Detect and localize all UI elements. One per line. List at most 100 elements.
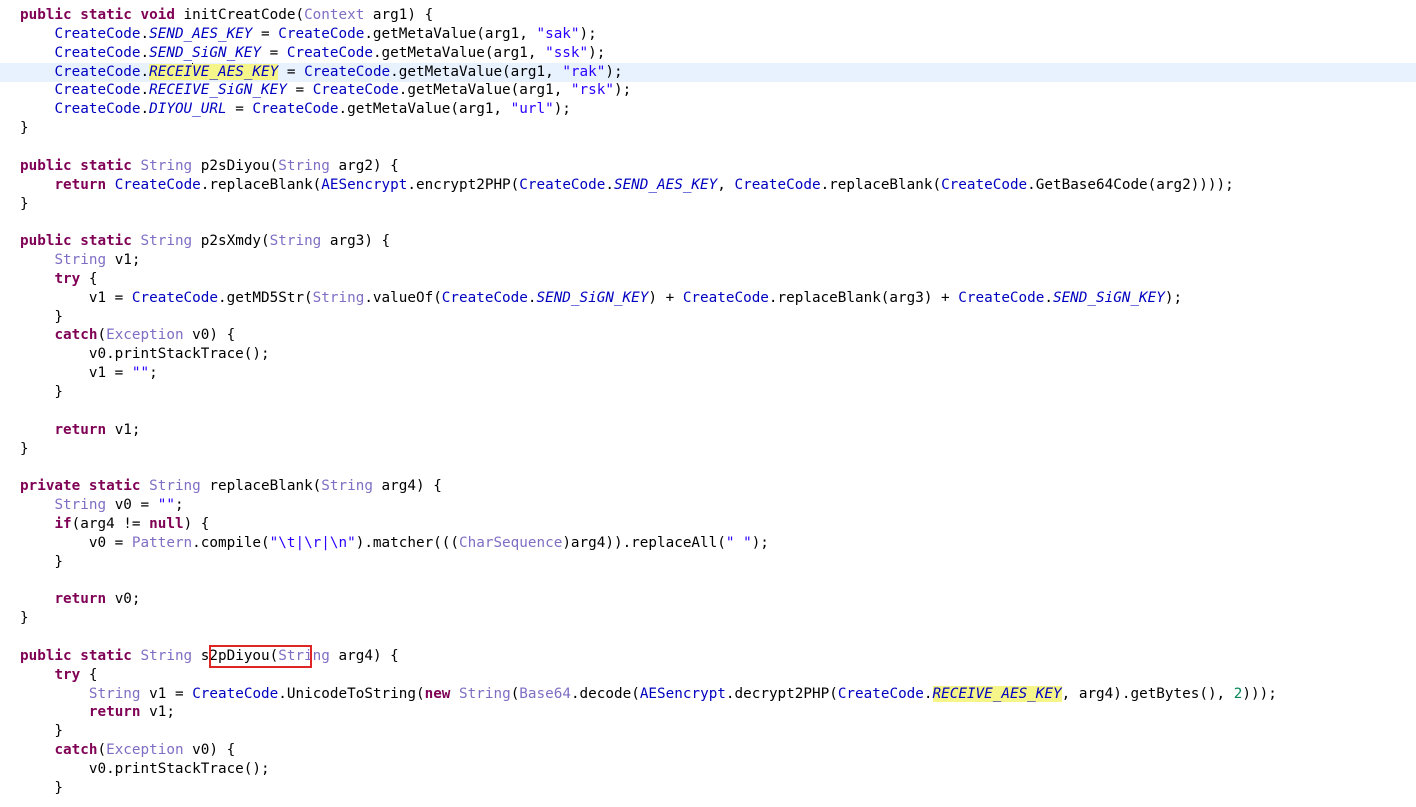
code-line-text: String v1 = CreateCode.UnicodeToString(n… [20,685,1277,704]
code-token: , arg4).getBytes(), [1061,685,1234,702]
code-line-text: v0.printStackTrace(); [20,760,270,779]
code-line-text: public static void initCreatCode(Context… [20,6,433,25]
code-token: " " [725,534,752,551]
code-line-text: catch(Exception v0) { [20,326,235,345]
code-line-text: try { [20,270,97,289]
code-line[interactable]: catch(Exception v0) { [0,741,1416,760]
code-token: if [54,515,72,532]
code-token: CreateCode [734,176,821,193]
code-line[interactable]: public static String p2sXmdy(String arg3… [0,232,1416,251]
code-token: AESencrypt [321,176,408,193]
code-line[interactable]: CreateCode.DIYOU_URL = CreateCode.getMet… [0,100,1416,119]
code-line[interactable]: v1 = ""; [0,364,1416,383]
code-token: . [140,82,150,99]
code-token: public static void [20,7,184,23]
code-token: replaceBlank( [200,478,322,495]
code-line[interactable]: if(arg4 != null) { [0,515,1416,534]
code-token: . [140,44,150,61]
code-token: = [286,82,313,99]
code-token: { [80,270,98,287]
code-token: AESencrypt [639,685,726,702]
code-token: p2sXmdy( [192,233,270,250]
code-token: } [20,779,64,796]
code-line[interactable] [0,458,1416,477]
code-token: CreateCode [312,82,399,99]
code-token: RECEIVE_SiGN_KEY [149,82,287,99]
code-line[interactable]: private static String replaceBlank(Strin… [0,477,1416,496]
code-token: v0 = [20,534,132,551]
code-token: "rsk" [570,82,614,99]
code-line[interactable]: String v1 = CreateCode.UnicodeToString(n… [0,685,1416,704]
code-line[interactable]: catch(Exception v0) { [0,326,1416,345]
code-token: v1; [106,252,141,269]
code-token: return [54,591,107,608]
code-line[interactable]: String v1; [0,251,1416,270]
code-line[interactable]: } [0,195,1416,214]
code-token: CreateCode [192,685,279,702]
code-line-text: v1 = CreateCode.getMD5Str(String.valueOf… [20,289,1182,308]
code-token: v0; [106,591,141,608]
code-line[interactable]: v0 = Pattern.compile("\t|\r|\n").matcher… [0,534,1416,553]
code-token: . [605,176,614,193]
code-token: ); [579,25,597,42]
code-line[interactable]: } [0,609,1416,628]
code-token: CharSequence [459,534,563,551]
code-line[interactable]: CreateCode.RECEIVE_SiGN_KEY = CreateCode… [0,81,1416,100]
code-line-text: } [20,440,29,459]
code-line[interactable] [0,213,1416,232]
code-line-text: return v1; [20,421,140,440]
code-line-text: } [20,553,63,572]
code-line[interactable]: try { [0,270,1416,289]
code-token: SEND_AES_KEY [613,176,718,193]
code-line[interactable]: public static void initCreatCode(Context… [0,6,1416,25]
code-line[interactable]: } [0,722,1416,741]
code-line[interactable]: } [0,308,1416,327]
code-token: arg4) { [329,647,399,664]
code-line[interactable]: } [0,440,1416,459]
code-token: CreateCode [441,289,528,306]
code-line[interactable]: CreateCode.SEND_AES_KEY = CreateCode.get… [0,25,1416,44]
code-line[interactable]: } [0,779,1416,798]
code-token: ( [510,685,520,702]
code-editor[interactable]: public static void initCreatCode(Context… [0,0,1416,807]
code-line-text: private static String replaceBlank(Strin… [20,477,442,496]
code-line[interactable] [0,138,1416,157]
code-token: .replaceBlank( [820,176,942,193]
current-code-line[interactable]: CreateCode.RECEIVE_AES_KEY = CreateCode.… [0,62,1416,82]
code-line[interactable]: } [0,383,1416,402]
code-token: String [140,233,193,250]
code-line[interactable]: try { [0,666,1416,685]
code-token: ); [588,44,606,61]
code-token: v1 = [140,685,193,702]
code-token: .getMetaValue(arg1, [390,63,563,80]
code-token: CreateCode [682,289,769,306]
code-token: ); [1164,289,1183,306]
code-line[interactable]: CreateCode.SEND_SiGN_KEY = CreateCode.ge… [0,44,1416,63]
code-token: try [54,270,81,287]
code-line[interactable]: v0.printStackTrace(); [0,345,1416,364]
code-line[interactable]: v1 = CreateCode.getMD5Str(String.valueOf… [0,289,1416,308]
code-line[interactable]: public static String p2sDiyou(String arg… [0,157,1416,176]
code-token: } [20,308,64,325]
code-line[interactable]: return CreateCode.replaceBlank(AESencryp… [0,176,1416,195]
code-line[interactable] [0,402,1416,421]
code-line[interactable] [0,572,1416,591]
code-line[interactable]: } [0,119,1416,138]
code-line-text: String v1; [20,251,141,270]
code-token: Context [304,7,365,23]
code-line-text: v0 = Pattern.compile("\t|\r|\n").matcher… [20,534,769,553]
code-token: catch [54,327,98,344]
code-line[interactable]: return v1; [0,703,1416,722]
code-token: ; [149,365,158,382]
code-token: String [54,497,107,514]
code-line[interactable]: return v1; [0,421,1416,440]
code-line[interactable]: return v0; [0,590,1416,609]
code-line[interactable]: v0.printStackTrace(); [0,760,1416,779]
code-line[interactable]: } [0,553,1416,572]
code-line[interactable]: String v0 = ""; [0,496,1416,515]
